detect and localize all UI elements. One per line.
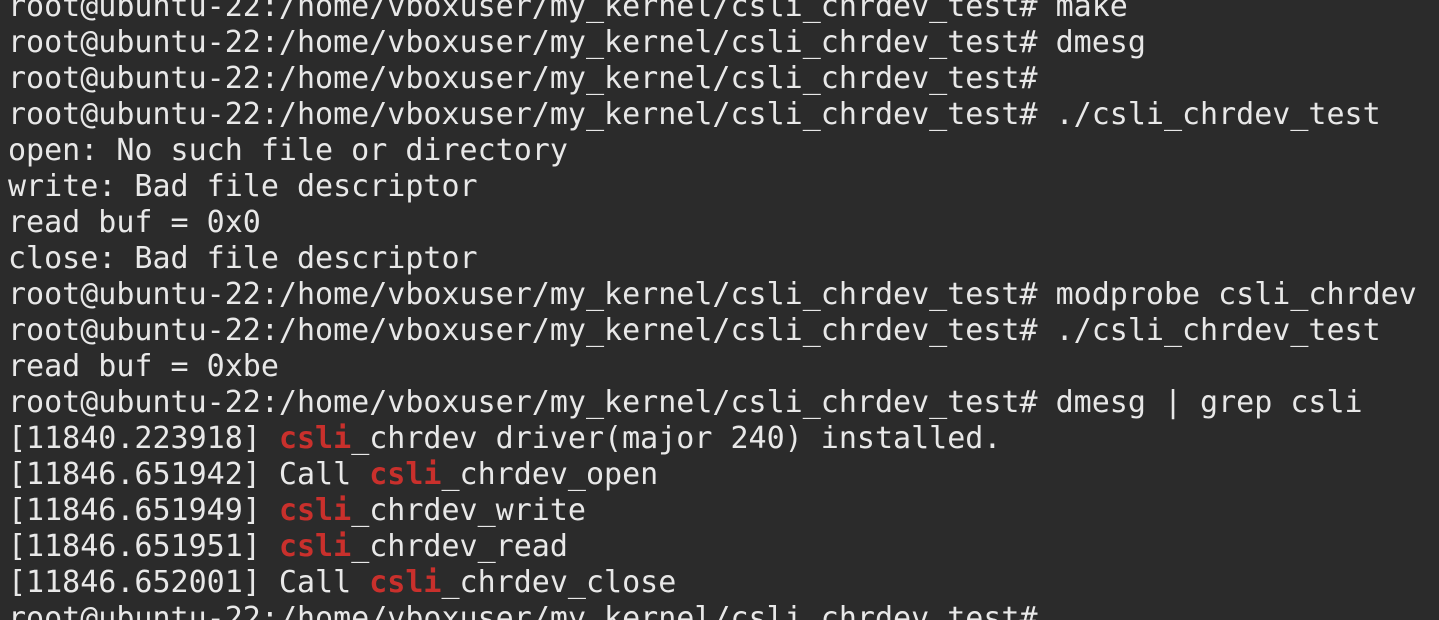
terminal-line: write: Bad file descriptor (8, 169, 1417, 205)
terminal-line: open: No such file or directory (8, 133, 1417, 169)
line-text: [11846.651951] (8, 529, 279, 564)
line-text: [11846.651942] Call (8, 457, 370, 492)
grep-match: csli (278, 493, 352, 528)
line-text: read buf = 0x0 (8, 205, 261, 240)
line-text: _chrdev_open (441, 457, 659, 492)
terminal-line: [11846.652001] Call csli_chrdev_close (8, 565, 1417, 601)
line-text: [11846.652001] Call (8, 565, 370, 600)
line-text: root@ubuntu-22:/home/vboxuser/my_kernel/… (8, 61, 1038, 96)
line-text: [11846.651949] (8, 493, 279, 528)
terminal-line: root@ubuntu-22:/home/vboxuser/my_kernel/… (8, 313, 1417, 349)
line-text: read buf = 0xbe (8, 349, 279, 384)
terminal-window[interactable]: root@ubuntu-22:/home/vboxuser/my_kernel/… (0, 0, 1439, 620)
line-text: write: Bad file descriptor (8, 169, 478, 204)
line-text: root@ubuntu-22:/home/vboxuser/my_kernel/… (8, 25, 1146, 60)
terminal-line: [11846.651942] Call csli_chrdev_open (8, 457, 1417, 493)
terminal-output: root@ubuntu-22:/home/vboxuser/my_kernel/… (8, 0, 1417, 620)
line-text: _chrdev_write (351, 493, 586, 528)
line-text: _chrdev_close (441, 565, 677, 600)
line-text: root@ubuntu-22:/home/vboxuser/my_kernel/… (8, 601, 1056, 620)
line-text: _chrdev driver(major 240) installed. (351, 421, 1002, 456)
terminal-line: [11846.651951] csli_chrdev_read (8, 529, 1417, 565)
line-text: [11840.223918] (8, 421, 279, 456)
terminal-line: root@ubuntu-22:/home/vboxuser/my_kernel/… (8, 61, 1417, 97)
line-text: open: No such file or directory (8, 133, 568, 168)
grep-match: csli (278, 529, 352, 564)
line-text: root@ubuntu-22:/home/vboxuser/my_kernel/… (8, 385, 1363, 420)
line-text: root@ubuntu-22:/home/vboxuser/my_kernel/… (8, 277, 1417, 312)
terminal-line: read buf = 0xbe (8, 349, 1417, 385)
terminal-line: root@ubuntu-22:/home/vboxuser/my_kernel/… (8, 601, 1417, 620)
terminal-line: [11846.651949] csli_chrdev_write (8, 493, 1417, 529)
terminal-line: root@ubuntu-22:/home/vboxuser/my_kernel/… (8, 0, 1417, 25)
line-text: root@ubuntu-22:/home/vboxuser/my_kernel/… (8, 0, 1128, 24)
line-text: close: Bad file descriptor (8, 241, 478, 276)
terminal-line: root@ubuntu-22:/home/vboxuser/my_kernel/… (8, 277, 1417, 313)
terminal-line: root@ubuntu-22:/home/vboxuser/my_kernel/… (8, 385, 1417, 421)
line-text: _chrdev_read (351, 529, 568, 564)
terminal-line: read buf = 0x0 (8, 205, 1417, 241)
grep-match: csli (369, 565, 442, 600)
grep-match: csli (278, 421, 352, 456)
terminal-line: root@ubuntu-22:/home/vboxuser/my_kernel/… (8, 25, 1417, 61)
terminal-line: [11840.223918] csli_chrdev driver(major … (8, 421, 1417, 457)
line-text: root@ubuntu-22:/home/vboxuser/my_kernel/… (8, 313, 1381, 348)
grep-match: csli (369, 457, 442, 492)
terminal-line: root@ubuntu-22:/home/vboxuser/my_kernel/… (8, 97, 1417, 133)
line-text: root@ubuntu-22:/home/vboxuser/my_kernel/… (8, 97, 1381, 132)
terminal-line: close: Bad file descriptor (8, 241, 1417, 277)
